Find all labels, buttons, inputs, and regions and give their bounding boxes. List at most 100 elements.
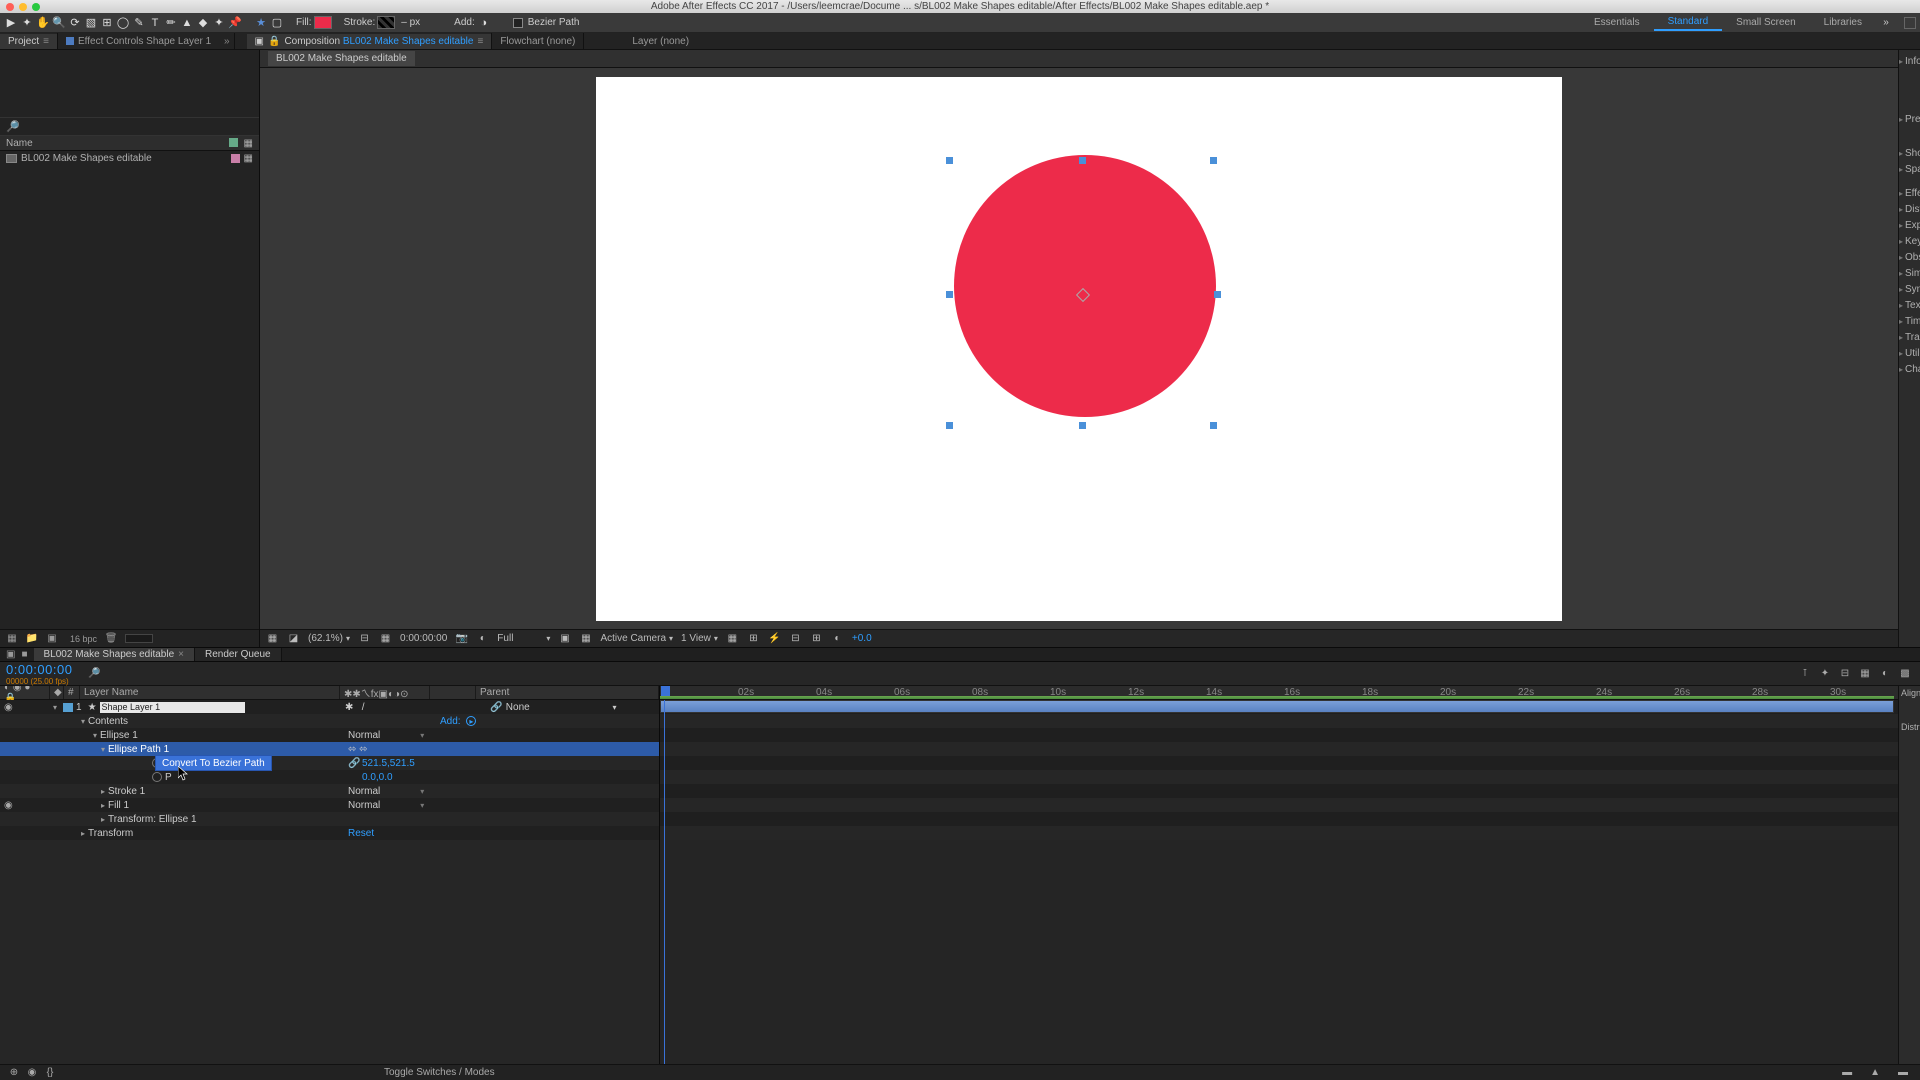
panel-overflow-icon[interactable]: » [224, 36, 230, 47]
tag-icon[interactable]: ⊕ [8, 1067, 20, 1079]
stroke-mode-dropdown[interactable]: Normal▾ [348, 786, 424, 797]
reset-link[interactable]: Reset [348, 828, 374, 839]
pen-tool-icon[interactable]: ✎ [132, 16, 146, 30]
dock-row-f[interactable]: ▸Synthetic [1899, 282, 1920, 296]
project-search-row[interactable]: 🔎 [0, 118, 259, 136]
composition-canvas[interactable] [596, 77, 1562, 621]
project-items[interactable]: BL002 Make Shapes editable ▦ [0, 151, 259, 629]
dock-row-i[interactable]: ▸Transition [1899, 330, 1920, 344]
project-item-comp[interactable]: BL002 Make Shapes editable ▦ [0, 151, 259, 166]
render-icon[interactable]: ◉ [26, 1067, 38, 1079]
pixel-aspect-icon[interactable]: ⊞ [747, 632, 760, 645]
view-layout-icon[interactable]: ▦ [726, 632, 739, 645]
layer-switches[interactable]: ✱ / [345, 702, 378, 713]
project-item-color-label[interactable] [231, 154, 240, 163]
timeline-comp-tab-close-icon[interactable]: × [178, 649, 184, 660]
render-queue-tab[interactable]: Render Queue [195, 648, 282, 661]
exposure-value[interactable]: +0.0 [852, 633, 872, 644]
dock-row-h[interactable]: ▸Time [1899, 314, 1920, 328]
grid-icon[interactable]: ▦ [379, 632, 392, 645]
dock-effects[interactable]: ▸Effects [1899, 186, 1920, 200]
handle-ml[interactable] [946, 291, 953, 298]
switches-columns[interactable]: ✱✱ㄟfx▣◐◑⊙ [340, 686, 430, 699]
ellipse-mode-dropdown[interactable]: Normal▾ [348, 730, 424, 741]
clone-tool-icon[interactable]: ▲ [180, 16, 194, 30]
mag-icon[interactable]: ◪ [287, 632, 300, 645]
ellipse-path-row[interactable]: ▾ Ellipse Path 1 ⬄ ⬄ [0, 742, 659, 756]
av-columns[interactable]: ◐ ◉ ● 🔒 [0, 686, 50, 699]
layer-bar[interactable] [660, 700, 1894, 713]
home-icon[interactable]: ▶ [4, 16, 18, 30]
stroke-color-swatch[interactable] [377, 16, 395, 29]
dock-row-g[interactable]: ▸Text [1899, 298, 1920, 312]
zoom-tool-icon[interactable]: 🔍 [52, 16, 66, 30]
project-bpc-label[interactable]: 16 bpc [70, 634, 97, 644]
bezier-path-label[interactable]: Bezier Path [528, 17, 580, 28]
handle-tc[interactable] [1079, 157, 1086, 164]
handle-tr[interactable] [1210, 157, 1217, 164]
size-constrain-icon[interactable]: 🔗 [348, 758, 360, 769]
stroke-width[interactable]: – px [401, 17, 420, 28]
snap-box-icon[interactable]: ▢ [270, 16, 284, 30]
project-column-header[interactable]: Name ▦ [0, 136, 259, 151]
zoom-out-icon[interactable]: ▬ [1842, 1067, 1852, 1078]
add-shape-link[interactable]: Add: ▸ [440, 716, 476, 727]
twirl-icon[interactable]: ▾ [98, 745, 108, 754]
zoom-in-icon[interactable]: ▬ [1898, 1067, 1908, 1078]
camera-dropdown[interactable]: Active Camera▾ [600, 633, 673, 644]
snapshot-icon[interactable]: 📷 [455, 632, 468, 645]
motion-blur-icon[interactable]: ◐ [1878, 667, 1892, 681]
handle-bc[interactable] [1079, 422, 1086, 429]
flowchart-tab[interactable]: Flowchart (none) [492, 34, 583, 49]
layer-tab[interactable]: Layer (none) [624, 34, 697, 49]
selection-tool-icon[interactable]: ✦ [20, 16, 34, 30]
new-folder-icon[interactable]: 📁 [26, 633, 38, 645]
twirl-icon[interactable]: ▾ [78, 717, 88, 726]
current-timecode[interactable]: 0:00:00:00 [6, 662, 76, 677]
res-down-icon[interactable]: ⊟ [358, 632, 371, 645]
dock-info[interactable]: ▸Info [1899, 54, 1920, 68]
type-tool-icon[interactable]: T [148, 16, 162, 30]
current-time-indicator-line[interactable] [664, 700, 665, 1064]
reset-exposure-icon[interactable]: ◐ [831, 632, 844, 645]
ellipse-group[interactable]: ▾ Ellipse 1 Normal▾ [0, 728, 659, 742]
snap-star-icon[interactable]: ★ [254, 16, 268, 30]
zoom-slider[interactable]: ▲ [1870, 1067, 1880, 1078]
footer-timecode[interactable]: 0:00:00:00 [400, 633, 447, 644]
context-menu-convert-bezier[interactable]: Convert To Bezier Path [155, 755, 272, 771]
dock-row-c[interactable]: ▸Keying [1899, 234, 1920, 248]
timeline-tab-lock-icon[interactable]: ■ [21, 649, 27, 660]
puppet-tool-icon[interactable]: 📌 [228, 16, 242, 30]
eraser-tool-icon[interactable]: ◆ [196, 16, 210, 30]
fill-group[interactable]: ◉ ▸ Fill 1 Normal▾ [0, 798, 659, 812]
twirl-icon[interactable]: ▾ [90, 731, 100, 740]
handle-tl[interactable] [946, 157, 953, 164]
transform-group[interactable]: ▸ Transform Reset [0, 826, 659, 840]
twirl-icon[interactable]: ▸ [98, 815, 108, 824]
ellipse-path-mode[interactable]: ⬄ ⬄ [348, 744, 368, 755]
position-property[interactable]: P 0.0,0.0 [0, 770, 659, 784]
comp-flowchart-icon[interactable]: ⊞ [810, 632, 823, 645]
dock-distribute[interactable]: Distr [1899, 720, 1920, 734]
handle-mr[interactable] [1214, 291, 1221, 298]
project-tab[interactable]: Project ≡ [0, 34, 57, 49]
transform-ellipse-group[interactable]: ▸ Transform: Ellipse 1 [0, 812, 659, 826]
ellipse-shape[interactable] [954, 155, 1216, 417]
composition-tab[interactable]: ▣ 🔒 Composition BL002 Make Shapes editab… [247, 34, 492, 49]
twirl-icon[interactable]: ▾ [50, 703, 60, 712]
fill-color-swatch[interactable] [314, 16, 332, 29]
hide-shy-icon[interactable]: ⊟ [1838, 667, 1852, 681]
zoom-dropdown[interactable]: (62.1%)▾ [308, 633, 350, 644]
layer-color-label[interactable] [63, 703, 73, 712]
dock-align[interactable]: Align [1899, 686, 1920, 700]
position-value[interactable]: 0.0,0.0 [362, 772, 393, 783]
hand-tool-icon[interactable]: ✋ [36, 16, 50, 30]
handle-bl[interactable] [946, 422, 953, 429]
parent-dropdown[interactable]: 🔗 None ▾ [490, 702, 616, 713]
workspace-essentials[interactable]: Essentials [1580, 15, 1654, 30]
stopwatch-icon[interactable] [152, 772, 162, 782]
timeline-search[interactable]: 🔎 [82, 668, 402, 679]
layers-list[interactable]: ◉ ▾ 1 ★ Shape Layer 1 ✱ / 🔗 None ▾ [0, 700, 659, 1064]
resolution-dropdown[interactable]: Full▾ [497, 633, 550, 644]
layer-name-input[interactable]: Shape Layer 1 [100, 702, 245, 713]
